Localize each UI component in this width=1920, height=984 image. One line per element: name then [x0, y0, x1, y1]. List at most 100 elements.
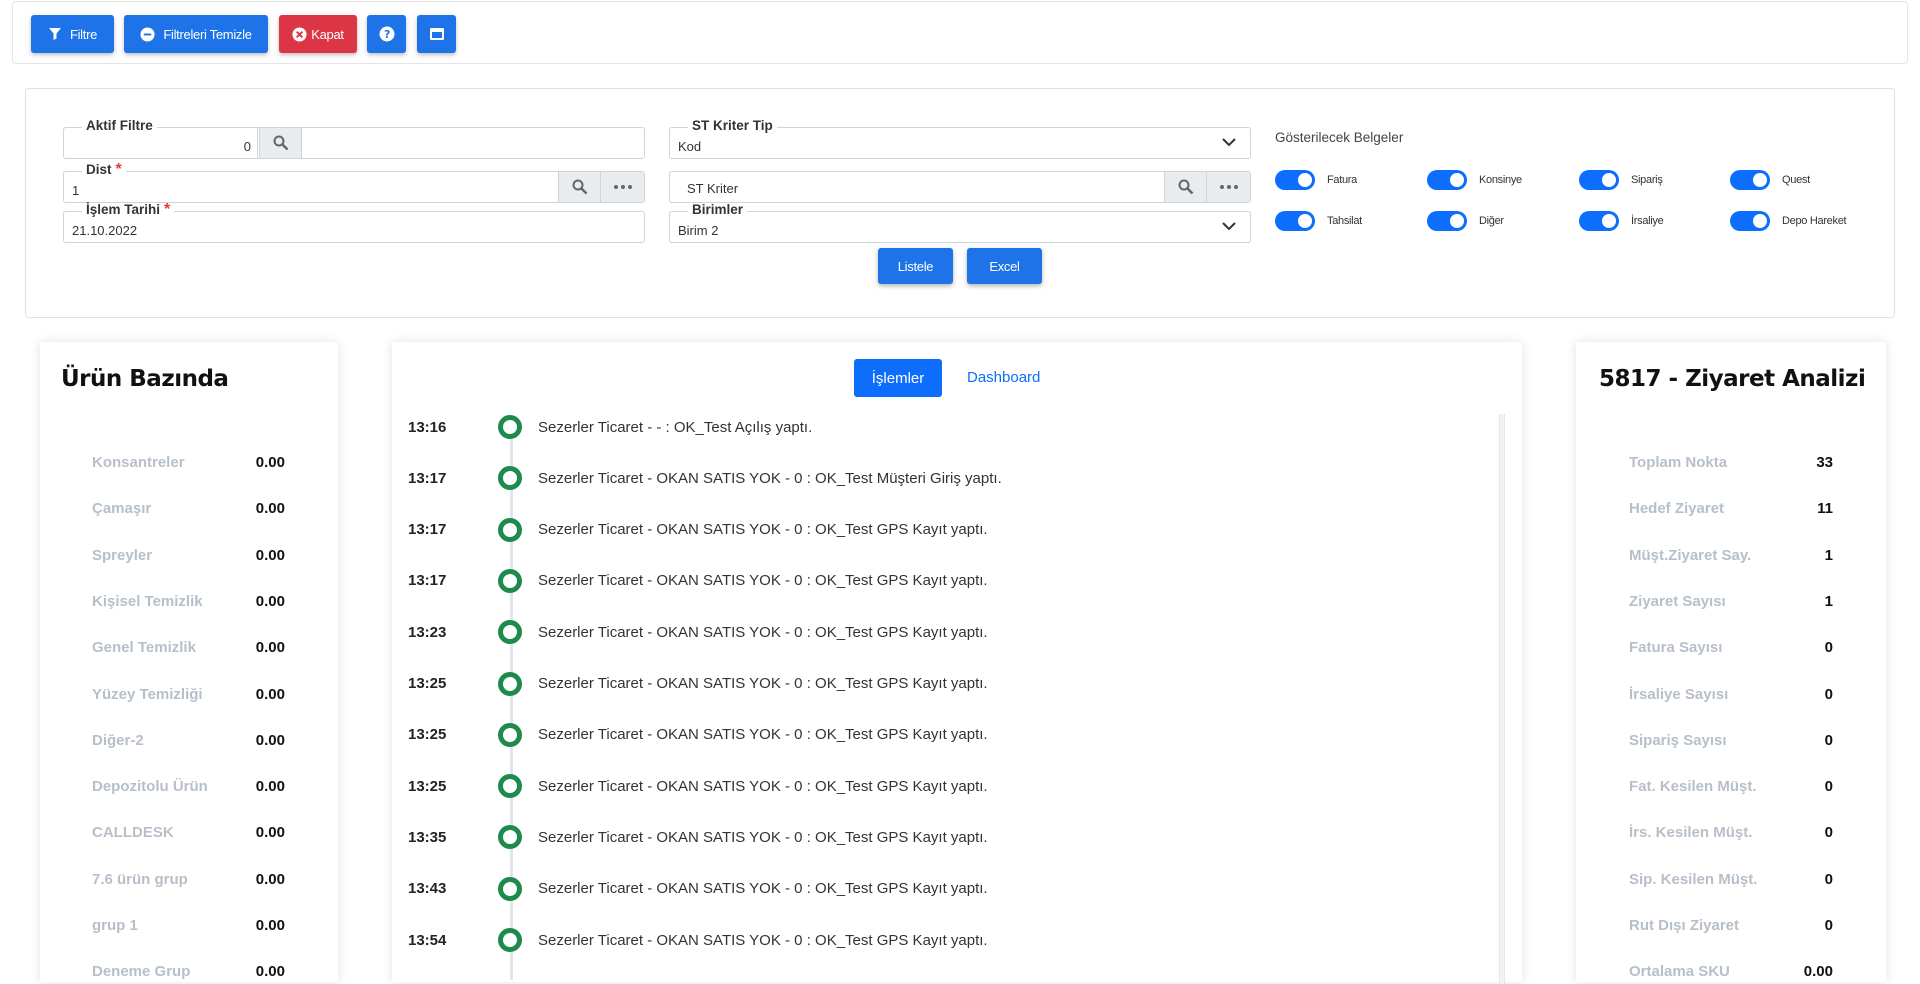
- timeline-time: 13:25: [408, 675, 447, 692]
- window-button[interactable]: [417, 15, 456, 53]
- list-button[interactable]: Listele: [878, 248, 953, 284]
- product-stat-name: Diğer-2: [92, 731, 144, 749]
- timeline-scrollbar[interactable]: [1499, 414, 1505, 984]
- minus-circle-icon: [140, 26, 155, 42]
- toggle-switch[interactable]: [1730, 170, 1770, 190]
- tab-dashboard[interactable]: Dashboard: [967, 369, 1040, 386]
- excel-button[interactable]: Excel: [967, 248, 1042, 284]
- search-icon: [572, 179, 587, 195]
- visit-stat-value: 0: [1824, 731, 1833, 749]
- visit-stat-value: 1: [1824, 546, 1833, 564]
- clear-filters-button[interactable]: Filtreleri Temizle: [124, 15, 268, 53]
- dist-search-button[interactable]: [558, 172, 600, 202]
- toggle-tahsilat[interactable]: Tahsilat: [1275, 211, 1362, 231]
- visit-stat-row: Hedef Ziyaret 11: [1629, 500, 1833, 517]
- product-stat-value: 0.00: [255, 454, 285, 471]
- units-select[interactable]: Birimler Birim 2: [669, 203, 1251, 243]
- toggle-depo-hareket[interactable]: Depo Hareket: [1730, 211, 1847, 231]
- st-criteria-search-button[interactable]: [1164, 172, 1206, 202]
- toggle-switch[interactable]: [1275, 211, 1315, 231]
- filter-button[interactable]: Filtre: [31, 15, 114, 53]
- units-label: Birimler: [688, 203, 748, 217]
- timeline-text: Sezerler Ticaret - OKAN SATIS YOK - 0 : …: [538, 521, 988, 539]
- toggle-switch[interactable]: [1427, 211, 1467, 231]
- toggle-label: Sipariş: [1631, 174, 1663, 186]
- st-criteria-type-label: ST Kriter Tip: [688, 119, 777, 133]
- visit-stat-value: 0: [1824, 870, 1833, 888]
- product-stat-value: 0.00: [255, 500, 285, 518]
- toolbar: Filtre Filtreleri Temizle Kapat ?: [12, 1, 1908, 64]
- visit-stat-name: Hedef Ziyaret: [1629, 500, 1725, 518]
- timeline-dot-icon: [498, 722, 522, 747]
- timeline-event: 13:25 Sezerler Ticaret - OKAN SATIS YOK -…: [408, 671, 988, 697]
- visit-stat-row: Sipariş Sayısı 0: [1629, 732, 1833, 749]
- active-filter-search-button[interactable]: [259, 128, 301, 158]
- visit-stat-value: 0: [1824, 917, 1833, 934]
- toggle-label: Diğer: [1479, 215, 1504, 227]
- timeline-dot-icon: [498, 568, 522, 593]
- visit-stat-value: 0: [1824, 685, 1833, 703]
- toggle-diger[interactable]: Diğer: [1427, 211, 1504, 231]
- tab-islemler[interactable]: İşlemler: [854, 359, 942, 397]
- product-stat-name: Depozitolu Ürün: [92, 778, 208, 796]
- product-stat-name: grup 1: [92, 917, 138, 934]
- visit-stat-name: Ortalama SKU: [1629, 963, 1730, 981]
- visit-stat-value: 0: [1824, 639, 1833, 657]
- product-stat-row: Çamaşır 0.00: [92, 500, 285, 517]
- toggle-switch[interactable]: [1579, 170, 1619, 190]
- st-criteria-more-button[interactable]: [1206, 172, 1250, 202]
- active-filter-field[interactable]: Aktif Filtre 0: [63, 119, 645, 159]
- dist-field[interactable]: Dist * 1: [63, 162, 645, 203]
- clear-filters-label: Filtreleri Temizle: [163, 26, 252, 42]
- question-circle-icon: ?: [379, 26, 394, 42]
- active-filter-value: 0: [243, 139, 251, 154]
- timeline-time: 13:43: [408, 880, 447, 898]
- product-stat-value: 0.00: [255, 685, 285, 703]
- required-mark: *: [115, 161, 122, 178]
- timeline-dot-icon: [498, 671, 522, 696]
- transaction-date-field[interactable]: İşlem Tarihi * 21.10.2022: [63, 202, 645, 243]
- visit-stat-row: İrs. Kesilen Müşt. 0: [1629, 824, 1833, 841]
- timeline-dot-icon: [498, 415, 522, 439]
- product-stat-name: Spreyler: [92, 546, 153, 564]
- timeline-text: Sezerler Ticaret - OKAN SATIS YOK - 0 : …: [538, 469, 1002, 487]
- timeline-event: 13:25 Sezerler Ticaret - OKAN SATIS YOK -…: [408, 773, 988, 799]
- timeline-text: Sezerler Ticaret - OKAN SATIS YOK - 0 : …: [538, 777, 988, 795]
- visit-stat-value: 0: [1824, 824, 1833, 842]
- toggle-siparis[interactable]: Sipariş: [1579, 170, 1663, 190]
- toggle-quest[interactable]: Quest: [1730, 170, 1810, 190]
- timeline-dot-icon: [498, 774, 522, 799]
- toggle-konsinye[interactable]: Konsinye: [1427, 170, 1522, 190]
- st-criteria-type-select[interactable]: ST Kriter Tip Kod: [669, 119, 1251, 159]
- close-button-label: Kapat: [311, 26, 344, 42]
- product-stat-name: Çamaşır: [92, 500, 152, 518]
- visit-stat-name: Ziyaret Sayısı: [1629, 592, 1726, 610]
- timeline-event: 13:43 Sezerler Ticaret - OKAN SATIS YOK -…: [408, 876, 988, 902]
- toggle-switch[interactable]: [1427, 170, 1467, 190]
- product-stat-value: 0.00: [255, 731, 285, 749]
- visit-stat-name: Toplam Nokta: [1629, 454, 1728, 471]
- timeline-event: 13:23 Sezerler Ticaret - OKAN SATIS YOK -…: [408, 619, 988, 645]
- st-criteria-field[interactable]: ST Kriter: [669, 171, 1251, 203]
- more-dots-icon: [1219, 185, 1238, 189]
- product-stat-name: CALLDESK: [92, 824, 174, 842]
- toggle-fatura[interactable]: Fatura: [1275, 170, 1357, 190]
- toggle-irsaliye[interactable]: İrsaliye: [1579, 211, 1664, 231]
- toggle-switch[interactable]: [1579, 211, 1619, 231]
- visit-stat-name: İrsaliye Sayısı: [1629, 685, 1729, 703]
- visit-stat-row: Fatura Sayısı 0: [1629, 639, 1833, 656]
- timeline-text: Sezerler Ticaret - OKAN SATIS YOK - 0 : …: [538, 726, 988, 744]
- toggle-switch[interactable]: [1730, 211, 1770, 231]
- visit-stat-value: 1: [1824, 592, 1833, 610]
- product-stat-row: grup 1 0.00: [92, 917, 285, 934]
- toggle-switch[interactable]: [1275, 170, 1315, 190]
- close-button[interactable]: Kapat: [279, 15, 357, 53]
- st-criteria-type-value: Kod: [678, 139, 702, 154]
- product-stat-row: Diğer-2 0.00: [92, 732, 285, 749]
- timeline-dot-icon: [498, 466, 522, 491]
- timeline-text: Sezerler Ticaret - OKAN SATIS YOK - 0 : …: [538, 880, 988, 898]
- dist-more-button[interactable]: [600, 172, 644, 202]
- help-button[interactable]: ?: [367, 15, 406, 53]
- product-stat-row: Genel Temizlik 0.00: [92, 639, 285, 656]
- timeline-dot-icon: [498, 620, 522, 645]
